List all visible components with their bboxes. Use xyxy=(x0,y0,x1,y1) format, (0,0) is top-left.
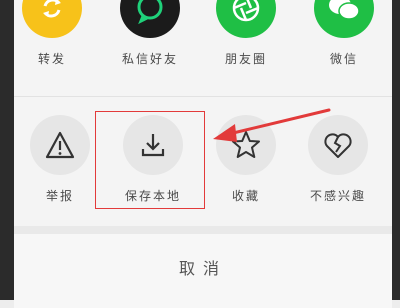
chat-bubble-icon xyxy=(120,0,180,38)
camera-shutter-icon xyxy=(216,0,276,38)
left-frame xyxy=(0,0,14,300)
warning-triangle-icon xyxy=(30,115,90,175)
share-repost-label: 转发 xyxy=(37,52,66,66)
share-wechat-label: 微信 xyxy=(329,52,358,66)
share-moments-label: 朋友圈 xyxy=(224,52,267,66)
wechat-icon xyxy=(314,0,374,38)
right-frame xyxy=(392,0,400,300)
cancel-row: 取消 xyxy=(14,226,392,308)
not-interested-label: 不感兴趣 xyxy=(309,189,366,203)
favorite-label: 收藏 xyxy=(231,189,260,203)
cancel-button[interactable]: 取消 xyxy=(14,234,392,300)
report-label: 举报 xyxy=(45,189,74,203)
refresh-arrows-icon xyxy=(22,0,82,38)
annotation-arrow xyxy=(213,108,331,142)
share-private-message-label: 私信好友 xyxy=(121,52,178,66)
share-row: 转发 私信好友 朋友圈 微信 xyxy=(14,0,392,96)
highlight-box xyxy=(95,111,205,209)
